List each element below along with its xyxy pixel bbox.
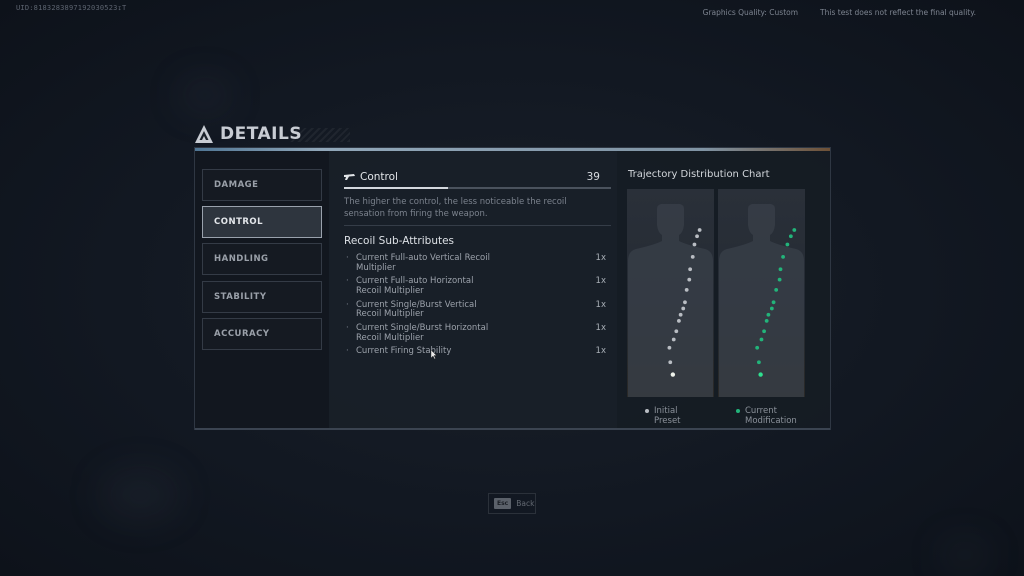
sub-attribute-value: 1x [595, 299, 606, 310]
user-id-label: UID:8183283897192030523↧T [16, 4, 127, 12]
silhouette-target-icon [719, 204, 804, 397]
gun-icon [344, 174, 355, 180]
sub-attribute-label: Current Single/Burst Horizontal Recoil M… [356, 322, 489, 343]
sub-attributes-list: · Current Full-auto Vertical Recoil Multi… [344, 253, 606, 370]
divider [344, 225, 611, 226]
attribute-name-group: Control [344, 171, 398, 183]
details-title: DETAILS [194, 124, 302, 144]
attribute-value: 39 [586, 171, 600, 183]
legend-initial-preset: Initial Preset [645, 406, 694, 426]
sub-attribute-label: Current Full-auto Horizontal Recoil Mult… [356, 276, 474, 297]
background-glow [100, 470, 180, 520]
triangle-emblem-icon [195, 125, 213, 143]
bullet: · [346, 322, 349, 333]
title-decoration [290, 128, 350, 142]
graphics-quality-label: Graphics Quality: Custom [702, 8, 799, 17]
tab-label: CONTROL [214, 217, 264, 227]
sub-attribute-value: 1x [595, 346, 606, 357]
details-panel: DAMAGE CONTROL HANDLING STABILITY ACCURA… [194, 147, 831, 430]
sub-attribute-value: 1x [595, 322, 606, 333]
sub-attribute-label: Current Full-auto Vertical Recoil Multip… [356, 253, 490, 273]
attribute-description: The higher the control, the less noticea… [344, 197, 567, 219]
tab-control[interactable]: CONTROL [202, 206, 322, 238]
trajectory-chart: Trajectory Distribution Chart Initial Pr… [617, 151, 830, 429]
sub-attribute-row: · Current Single/Burst Horizontal Recoil … [344, 322, 606, 347]
esc-key-icon: Esc [494, 498, 512, 509]
legend-dot-initial [645, 409, 649, 413]
tab-damage[interactable]: DAMAGE [202, 169, 322, 201]
attribute-name: Control [360, 171, 398, 183]
bullet: · [346, 346, 349, 357]
silhouette-target-icon [628, 204, 713, 397]
sub-attributes-title: Recoil Sub-Attributes [344, 235, 455, 247]
bullet: · [346, 253, 349, 263]
sub-attribute-row: · Current Single/Burst Vertical Recoil Mu… [344, 299, 606, 324]
sub-attribute-row: · Current Full-auto Vertical Recoil Multi… [344, 253, 606, 277]
sub-attribute-value: 1x [595, 276, 606, 287]
sub-attribute-value: 1x [595, 253, 606, 263]
bullet: · [346, 299, 349, 310]
target-panel-current [718, 189, 805, 397]
disclaimer-label: This test does not reflect the final qua… [820, 8, 976, 17]
tab-handling[interactable]: HANDLING [202, 243, 322, 275]
target-panel-initial [627, 189, 714, 397]
chart-title: Trajectory Distribution Chart [628, 169, 770, 180]
back-button[interactable]: Esc Back [488, 493, 536, 514]
tab-label: ACCURACY [214, 329, 270, 339]
sub-attribute-row: · Current Full-auto Horizontal Recoil Mul… [344, 276, 606, 300]
sub-attribute-label: Current Single/Burst Vertical Recoil Mul… [356, 299, 477, 320]
legend-current-modification: Current Modification [736, 406, 805, 426]
tab-label: HANDLING [214, 254, 269, 264]
sub-attribute-row: · Current Firing Stability 1x [344, 346, 606, 370]
back-label: Back [516, 499, 535, 508]
background-glow [940, 540, 990, 570]
tab-stability[interactable]: STABILITY [202, 281, 322, 313]
attribute-progress-bar [344, 187, 611, 189]
category-sidebar: DAMAGE CONTROL HANDLING STABILITY ACCURA… [195, 151, 329, 429]
sub-attribute-label: Current Firing Stability [356, 346, 452, 357]
bullet: · [346, 276, 349, 287]
tab-accuracy[interactable]: ACCURACY [202, 318, 322, 350]
mouse-cursor-icon [431, 350, 437, 359]
attribute-header: Control 39 [344, 171, 600, 183]
panel-bottom-border [195, 428, 830, 430]
attribute-progress-fill [344, 187, 449, 189]
tab-label: STABILITY [214, 292, 267, 302]
legend-dot-current [736, 409, 740, 413]
legend-label: Initial Preset [654, 406, 681, 426]
tab-label: DAMAGE [214, 180, 259, 190]
background-glow [180, 80, 230, 110]
legend-label: Current Modification [745, 406, 797, 426]
top-status-bar: Graphics Quality: Custom This test does … [703, 8, 976, 17]
attribute-detail: Control 39 The higher the control, the l… [329, 151, 617, 429]
